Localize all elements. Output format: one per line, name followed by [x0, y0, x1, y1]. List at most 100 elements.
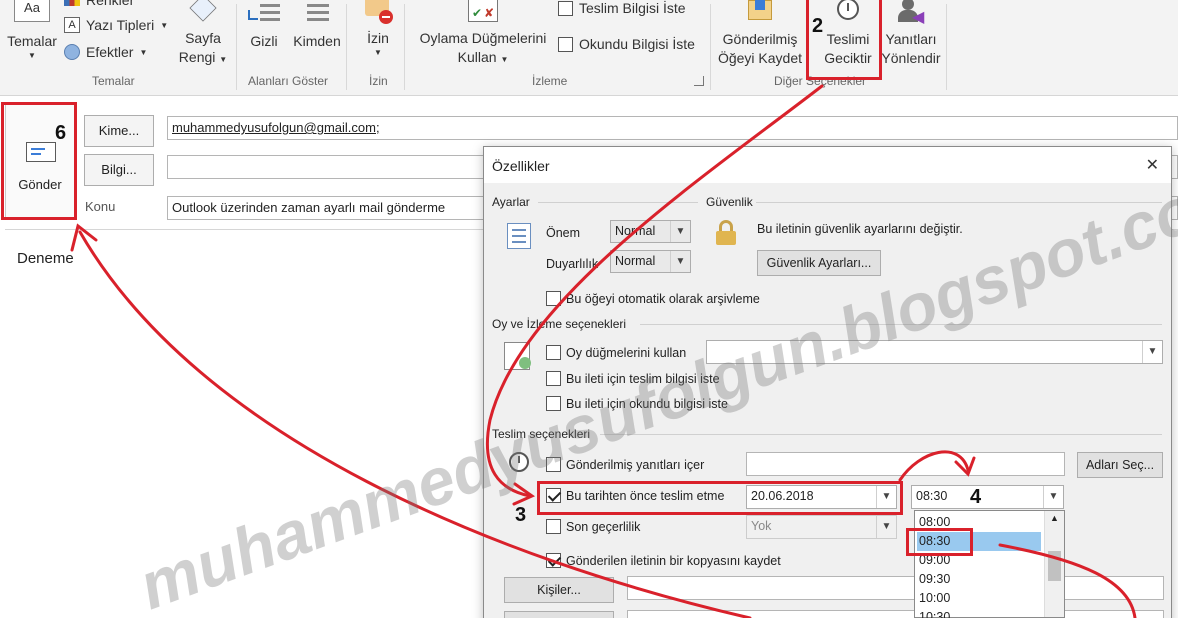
okundu-bilgisi-checkbox[interactable]: Okundu Bilgisi İste: [558, 36, 695, 52]
chevron-down-icon: ▼: [139, 47, 148, 57]
delivery-date-select[interactable]: 20.06.2018 ▼: [746, 485, 897, 509]
checkbox[interactable]: [558, 0, 573, 16]
delay-delivery-icon: [833, 0, 863, 24]
duyarlilik-value: Normal: [615, 254, 656, 268]
gonderilmis-label: Gönderilmiş: [722, 31, 798, 47]
checkbox[interactable]: [546, 396, 561, 411]
time-dropdown-list[interactable]: ▲ 08:00 08:30 09:00 09:30 10:00 10:30: [914, 510, 1065, 618]
yanit-adres-field[interactable]: [746, 452, 1065, 476]
okundu-iste-label: Bu ileti için okundu bilgisi iste: [566, 396, 728, 411]
oylama-label: Oylama Düğmelerini: [419, 30, 547, 46]
kategoriler-field[interactable]: [627, 610, 1164, 618]
checkbox[interactable]: [558, 36, 573, 52]
section-teslim: Teslim seçenekleri: [492, 427, 591, 441]
chevron-up-icon[interactable]: ▲: [1045, 513, 1064, 523]
checkbox[interactable]: [546, 291, 561, 306]
checkbox[interactable]: [546, 488, 561, 503]
kullan-label: Kullan ▼: [457, 49, 509, 65]
chevron-down-icon: ▼: [1043, 486, 1063, 508]
cc-button[interactable]: Bilgi...: [84, 154, 154, 186]
dialog-launcher-icon[interactable]: [694, 76, 704, 86]
teslim-bilgisi-label: Teslim Bilgisi İste: [579, 0, 686, 16]
kisiler-field[interactable]: [627, 576, 1164, 600]
subject-label: Konu: [85, 199, 116, 214]
rengi-label: Rengi ▼: [178, 49, 228, 65]
gizli-label: Gizli: [250, 33, 278, 49]
delivery-time-select[interactable]: 08:30 ▼: [911, 485, 1064, 509]
time-option-selected[interactable]: 08:30: [917, 532, 1041, 551]
son-gecerlilik-checkbox[interactable]: Son geçerlilik: [546, 519, 640, 534]
okundu-bilgisi-label: Okundu Bilgisi İste: [579, 36, 695, 52]
time-option[interactable]: 10:30: [917, 608, 1041, 618]
son-gecerlilik-label: Son geçerlilik: [566, 519, 641, 534]
bu-tarihten-checkbox[interactable]: Bu tarihten önce teslim etme: [546, 488, 724, 503]
scrollbar[interactable]: ▲: [1044, 511, 1064, 617]
to-button[interactable]: Kime...: [84, 115, 154, 147]
sayfa-label: Sayfa: [185, 30, 221, 46]
checkbox[interactable]: [546, 457, 561, 472]
oy-dugmeleri-select[interactable]: ▼: [706, 340, 1163, 364]
delivery-date-value: 20.06.2018: [751, 489, 814, 503]
yanitlari-yonlendir-button[interactable]: ◀ Yanıtları Yönlendir: [880, 0, 942, 68]
chevron-down-icon: ▼: [160, 20, 169, 30]
to-field[interactable]: muhammedyusufolgun@gmail.com;: [167, 116, 1178, 140]
section-ayarlar: Ayarlar: [492, 195, 530, 209]
checkbox[interactable]: [546, 519, 561, 534]
izin-button[interactable]: İzin ▼: [356, 0, 400, 58]
section-guvenlik: Güvenlik: [706, 195, 753, 209]
time-option[interactable]: 08:00: [917, 513, 1041, 532]
bcc-icon: [248, 2, 280, 26]
yazi-tipleri-button[interactable]: A Yazı Tipleri ▼: [64, 17, 168, 33]
divider: [404, 4, 405, 90]
yonlendir-label: Yönlendir: [881, 50, 941, 66]
adlari-sec-button[interactable]: Adları Seç...: [1077, 452, 1163, 478]
scrollbar-thumb[interactable]: [1048, 551, 1061, 581]
time-option[interactable]: 09:00: [917, 551, 1041, 570]
temalar-button[interactable]: Aa Temalar ▼: [4, 0, 60, 61]
guvenlik-ayarlari-button[interactable]: Güvenlik Ayarları...: [757, 250, 881, 276]
close-icon[interactable]: ✕: [1146, 155, 1159, 175]
step-number-4: 4: [970, 486, 982, 508]
kimden-button[interactable]: Kimden: [290, 2, 344, 51]
chevron-down-icon: ▼: [374, 48, 382, 57]
duyarlilik-select[interactable]: Normal ▼: [610, 250, 691, 273]
subject-value: Outlook üzerinden zaman ayarlı mail gönd…: [172, 200, 446, 215]
delivery-time-value: 08:30: [916, 489, 948, 503]
sayfa-rengi-button[interactable]: Sayfa Rengi ▼: [176, 0, 230, 69]
body-text: Deneme: [17, 250, 74, 267]
arsiv-checkbox[interactable]: Bu öğeyi otomatik olarak arşivleme: [546, 291, 760, 306]
checkbox[interactable]: [546, 371, 561, 386]
step-number-2: 2: [812, 15, 824, 37]
teslim-iste-checkbox[interactable]: Bu ileti için teslim bilgisi iste: [546, 371, 720, 386]
gizli-button[interactable]: Gizli: [244, 2, 284, 51]
teslim-bilgisi-checkbox[interactable]: Teslim Bilgisi İste: [558, 0, 686, 16]
checkbox[interactable]: [546, 345, 561, 360]
time-option[interactable]: 10:00: [917, 589, 1041, 608]
gonderilmis-yanit-checkbox[interactable]: Gönderilmiş yanıtları içer: [546, 457, 704, 472]
kategoriler-button[interactable]: [504, 611, 614, 618]
kisiler-button[interactable]: Kişiler...: [504, 577, 614, 603]
section-oy-izleme: Oy ve İzleme seçenekleri: [492, 317, 627, 331]
time-option[interactable]: 09:30: [917, 570, 1041, 589]
send-button[interactable]: Gönder: [5, 103, 75, 220]
onem-label: Önem: [546, 226, 581, 240]
chevron-down-icon: ▼: [876, 486, 896, 508]
oy-dugmeleri-checkbox[interactable]: Oy düğmelerini kullan: [546, 345, 686, 360]
ribbon: Aa Temalar ▼ Renkler A Yazı Tipleri ▼ Ef…: [0, 0, 1178, 96]
teslim-iste-label: Bu ileti için teslim bilgisi iste: [566, 371, 720, 386]
oylama-button[interactable]: ✔ ✘ Oylama Düğmelerini Kullan ▼: [412, 0, 554, 69]
checkbox[interactable]: [546, 553, 561, 568]
gonderilmis-ogeyi-kaydet-button[interactable]: Gönderilmiş Öğeyi Kaydet: [716, 0, 804, 68]
send-label: Gönder: [18, 177, 62, 192]
kopya-checkbox[interactable]: Gönderilen iletinin bir kopyasını kaydet: [546, 553, 781, 568]
renkler-button[interactable]: Renkler: [64, 0, 134, 8]
divider: [600, 434, 1162, 435]
onem-select[interactable]: Normal ▼: [610, 220, 691, 243]
chevron-down-icon: ▼: [670, 251, 690, 272]
to-recipient[interactable]: muhammedyusufolgun@gmail.com;: [172, 120, 380, 135]
efektler-button[interactable]: Efektler ▼: [64, 44, 147, 60]
efektler-label: Efektler: [86, 44, 134, 60]
okundu-iste-checkbox[interactable]: Bu ileti için okundu bilgisi iste: [546, 396, 728, 411]
teslimi-geciktir-button[interactable]: Teslimi Geciktir: [818, 0, 878, 68]
step-number-3: 3: [515, 504, 527, 526]
